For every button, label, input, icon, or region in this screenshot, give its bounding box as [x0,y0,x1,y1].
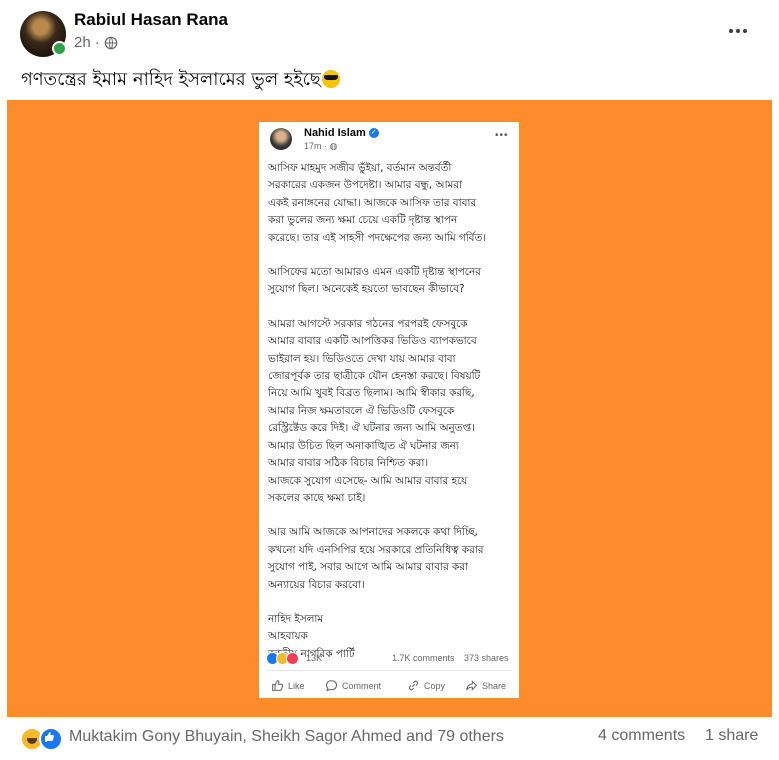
embedded-reaction-icons [266,652,299,665]
link-icon [408,680,419,691]
embedded-paragraph: আসিফের মতো আমারও এমন একটি দৃষ্টান্ত স্থা… [268,266,481,296]
embedded-copy-action: Copy [407,679,445,692]
share-arrow-icon [466,680,478,691]
embedded-share-action: Share [465,679,506,692]
embedded-paragraph: আমরা আগস্টে সরকার গঠনের পরপরই ফেসবুকে আম… [268,317,481,504]
online-status-dot [52,41,67,56]
thumbs-up-icon [272,680,284,691]
embedded-author-label: Nahid Islam [304,127,366,139]
post-footer: Muktakim Gony Bhuyain, Sheikh Sagor Ahme… [0,717,779,760]
sunglasses-emoji [321,70,340,88]
embedded-author-name: Nahid Islam ✓ [304,127,379,139]
love-reaction-icon [286,652,299,665]
comment-icon [325,680,338,692]
copy-label: Copy [424,680,446,691]
embedded-time-label: 17m [304,141,322,151]
embedded-divider [266,670,512,671]
embedded-paragraph: আর আমি আজকে আপনাদের সকলকে কথা দিচ্ছি, কখ… [268,526,484,591]
comments-count-link[interactable]: 4 comments [598,727,685,745]
embedded-post-time: 17m · ◍ [304,141,338,151]
post-header: Rabiul Hasan Rana 2h · [0,0,779,62]
more-options-button[interactable] [722,22,754,40]
like-label: Like [288,680,305,691]
share-label: Share [482,680,507,691]
post-image[interactable]: Nahid Islam ✓ 17m · ◍ ••• আসিফ মাহমুদ সজ… [7,100,772,717]
globe-icon[interactable] [104,36,118,50]
verified-badge-icon: ✓ [368,128,379,138]
post-meta: 2h · [74,34,118,51]
embedded-post-body: আসিফ মাহমুদ সজীব ভুঁইয়া, বর্তমান অন্তর্… [268,160,514,663]
reactors-list[interactable]: Muktakim Gony Bhuyain, Sheikh Sagor Ahme… [69,728,504,746]
comment-label: Comment [342,680,382,691]
like-reaction-icon [39,727,63,751]
embedded-like-action: Like [271,679,305,692]
post-time[interactable]: 2h [74,34,91,51]
reaction-summary[interactable] [20,727,68,751]
embedded-screenshot: Nahid Islam ✓ 17m · ◍ ••• আসিফ মাহমুদ সজ… [259,122,519,698]
embedded-comment-count: 1.7K comments [392,653,455,663]
embedded-more-icon: ••• [495,130,509,141]
embedded-globe-icon: ◍ [329,141,338,151]
embedded-reaction-row: 13K 1.7K comments 373 shares [266,650,514,666]
caption-text: গণতন্ত্রের ইমাম নাহিদ ইসলামের ভুল হইছে [21,69,321,90]
embedded-action-bar: Like Comment Copy Share [259,677,519,693]
embedded-reaction-count: 13K [306,653,323,663]
shares-count-link[interactable]: 1 share [705,727,758,745]
author-name[interactable]: Rabiul Hasan Rana [74,10,228,30]
embedded-paragraph: আসিফ মাহমুদ সজীব ভুঁইয়া, বর্তমান অন্তর্… [268,162,486,244]
embedded-share-count: 373 shares [464,653,509,663]
post-caption: গণতন্ত্রের ইমাম নাহিদ ইসলামের ভুল হইছে [21,65,340,96]
embedded-comment-action: Comment [325,679,381,692]
embedded-author-avatar [270,128,292,150]
